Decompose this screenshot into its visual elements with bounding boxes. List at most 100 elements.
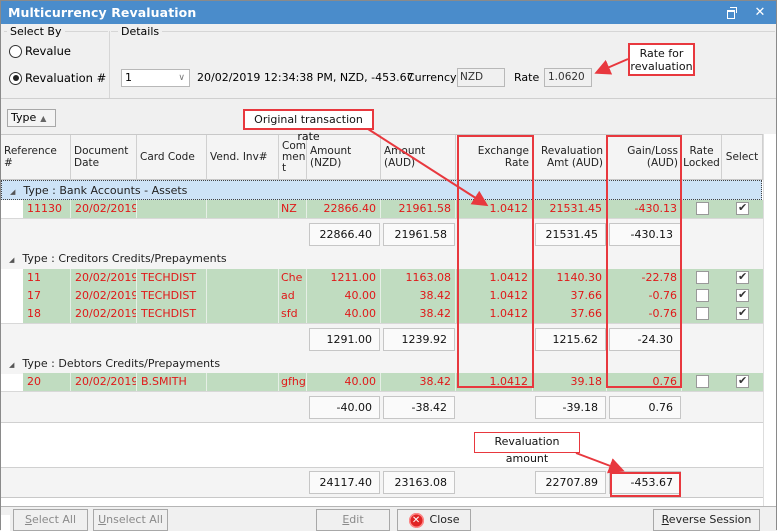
cell-amount-aud: 21961.58 <box>381 200 456 218</box>
select-all-rest: elect All <box>31 513 77 526</box>
col-header-revaluation-amt-line1: Revaluation <box>540 145 603 157</box>
group-divider <box>109 31 110 99</box>
annotation-original-transaction-rate: Original transaction rate <box>243 109 374 143</box>
cell-comment: ad <box>279 287 307 305</box>
radio-revalue-label: Revalue <box>25 44 71 58</box>
col-header-vend-inv[interactable]: Vend. Inv# <box>207 135 279 180</box>
cell-revaluation-amt: 21531.45 <box>533 200 607 218</box>
cell-comment: Che <box>279 269 307 287</box>
close-button[interactable]: ✕ Close <box>397 509 471 531</box>
col-header-card-code[interactable]: Card Code <box>137 135 207 180</box>
cell-vend-inv <box>207 305 279 323</box>
col-header-rate-locked[interactable]: Rate Locked <box>682 135 722 180</box>
unselect-all-mnemonic: U <box>98 513 107 526</box>
close-button-label: Close <box>429 513 460 526</box>
window-close-button[interactable]: ✕ <box>749 3 771 22</box>
highlight-grand-total-gain-loss <box>610 472 681 497</box>
reverse-session-button[interactable]: Reverse Session <box>653 509 760 531</box>
rate-label: Rate <box>514 71 540 84</box>
edit-button[interactable]: Edit <box>316 509 390 531</box>
radio-revaluation-number-label: Revaluation # <box>25 71 107 85</box>
rate-locked-checkbox[interactable] <box>696 307 709 320</box>
cell-revaluation-amt: 37.66 <box>533 287 607 305</box>
group-label: Type : Bank Accounts - Assets <box>23 184 188 197</box>
total-amount-aud: 21961.58 <box>383 223 455 246</box>
unselect-all-button[interactable]: Unselect All <box>93 509 168 531</box>
select-checkbox[interactable] <box>736 288 749 302</box>
cell-comment: sfd <box>279 305 307 323</box>
currency-field[interactable]: NZD <box>457 68 505 87</box>
col-header-document-date-line1: Document <box>74 145 129 157</box>
group-by-type-chip[interactable]: Type ▲ <box>7 109 56 127</box>
radio-revalue[interactable]: Revalue <box>9 44 71 58</box>
collapse-triangle-icon[interactable]: ◢ <box>10 183 15 202</box>
col-header-rate-locked-line1: Rate <box>689 145 714 157</box>
cell-revaluation-amt: 1140.30 <box>533 269 607 287</box>
total-revaluation-amt: 21531.45 <box>535 223 606 246</box>
select-checkbox[interactable] <box>736 270 749 284</box>
select-checkbox[interactable] <box>736 374 749 388</box>
cell-amount-nzd: 1211.00 <box>307 269 381 287</box>
annotation-rate-for-revaluation: Rate for revaluation <box>628 43 695 76</box>
col-header-select[interactable]: Select <box>722 135 763 180</box>
select-checkbox[interactable] <box>736 306 749 320</box>
radio-revaluation-number[interactable]: Revaluation # <box>9 71 106 85</box>
reverse-session-mnemonic: R <box>661 513 669 526</box>
restore-button[interactable] <box>721 3 743 22</box>
col-header-rate-locked-line2: Locked <box>683 157 720 169</box>
cell-vend-inv <box>207 269 279 287</box>
col-header-reference[interactable]: Reference # <box>1 135 71 180</box>
unselect-all-rest: nselect All <box>106 513 163 526</box>
total-revaluation-amt: 1215.62 <box>535 328 606 351</box>
cell-vend-inv <box>207 200 279 218</box>
annotation-revaluation-amount: Revaluation amount <box>474 432 580 465</box>
rate-locked-checkbox[interactable] <box>696 271 709 284</box>
select-by-label: Select By <box>7 25 65 38</box>
select-all-button[interactable]: Select All <box>13 509 88 531</box>
group-label: Type : Creditors Credits/Prepayments <box>22 252 227 265</box>
select-checkbox[interactable] <box>736 201 749 215</box>
col-header-revaluation-amt-line2: Amt (AUD) <box>546 157 603 169</box>
window-title: Multicurrency Revaluation <box>8 5 197 20</box>
revaluation-number-value: 1 <box>125 71 132 84</box>
cell-revaluation-amt: 37.66 <box>533 305 607 323</box>
col-header-revaluation-amt[interactable]: Revaluation Amt (AUD) <box>533 135 607 180</box>
rate-locked-checkbox[interactable] <box>696 375 709 388</box>
cell-comment: NZ <box>279 200 307 218</box>
cell-amount-nzd: 40.00 <box>307 305 381 323</box>
highlight-gain-loss-column <box>606 135 682 388</box>
group-by-type-label: Type <box>11 111 37 124</box>
rate-field[interactable]: 1.0620 <box>544 68 592 87</box>
cell-vend-inv <box>207 287 279 305</box>
select-by-group <box>4 31 108 99</box>
cell-amount-aud: 1163.08 <box>381 269 456 287</box>
col-header-document-date-line2: Date <box>74 157 100 169</box>
rate-locked-checkbox[interactable] <box>696 202 709 215</box>
cell-comment: gfhg <box>279 373 307 391</box>
rate-locked-checkbox[interactable] <box>696 289 709 302</box>
revaluation-number-select[interactable]: 1 ∨ <box>121 69 190 87</box>
chevron-down-icon[interactable]: ∨ <box>178 70 185 86</box>
radio-circle-icon[interactable] <box>9 44 22 58</box>
annotation-line1: Rate for <box>639 47 684 60</box>
cell-reference: 18 <box>23 305 71 323</box>
cell-reference: 17 <box>23 287 71 305</box>
select-all-mnemonic: S <box>24 513 32 526</box>
total-amount-nzd: 22866.40 <box>309 223 380 246</box>
cell-amount-aud: 38.42 <box>381 287 456 305</box>
col-header-amount-aud[interactable]: Amount (AUD) <box>381 135 456 180</box>
cell-card-code: TECHDIST <box>137 287 207 305</box>
cell-card-code: TECHDIST <box>137 269 207 287</box>
col-header-document-date[interactable]: Document Date <box>71 135 137 180</box>
radio-checked-icon[interactable] <box>9 71 22 85</box>
collapse-triangle-icon[interactable]: ◢ <box>9 356 14 375</box>
cell-reference: 20 <box>23 373 71 391</box>
header-divider <box>1 98 776 99</box>
cell-amount-nzd: 40.00 <box>307 287 381 305</box>
cell-reference: 11 <box>23 269 71 287</box>
sort-ascending-icon: ▲ <box>40 114 47 123</box>
cell-amount-nzd: 40.00 <box>307 373 381 391</box>
group-summary-row: -40.00 -38.42 -39.18 0.76 <box>1 391 763 423</box>
collapse-triangle-icon[interactable]: ◢ <box>9 251 14 270</box>
annotation-line2: revaluation <box>630 60 693 73</box>
